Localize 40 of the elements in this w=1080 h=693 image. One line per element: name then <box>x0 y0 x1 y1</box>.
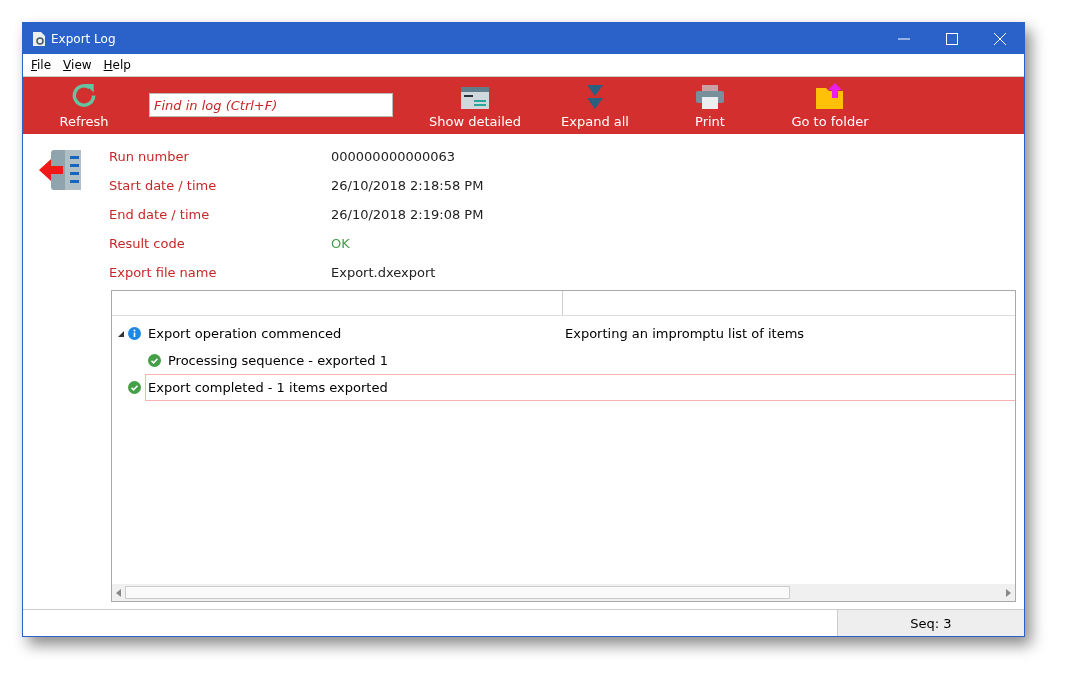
field-value: OK <box>331 235 351 253</box>
menu-item[interactable]: View <box>59 58 96 72</box>
field-value: 26/10/2018 2:19:08 PM <box>331 206 484 224</box>
toolbar-button[interactable]: Show detailed <box>415 77 535 134</box>
scroll-left-icon[interactable] <box>116 588 121 597</box>
menu-item[interactable]: Help <box>99 58 135 72</box>
log-entry[interactable]: Export operation commenced <box>146 326 565 341</box>
field-label: Run number <box>109 148 190 166</box>
menu-item[interactable]: File <box>27 58 56 72</box>
toolbar-button[interactable]: Expand all <box>535 77 655 134</box>
field-value: 000000000000063 <box>331 148 457 166</box>
export-list-icon <box>37 147 83 193</box>
field-value: Export.dxexport <box>331 264 437 282</box>
check-circle-icon <box>148 354 161 367</box>
field-label: Export file name <box>109 264 218 282</box>
field-label: End date / time <box>109 206 211 224</box>
window-list-icon <box>460 86 490 110</box>
expanded-caret-icon[interactable] <box>118 330 124 337</box>
scroll-right-icon[interactable] <box>1006 588 1011 597</box>
status-seq: Seq: 3 <box>837 610 1024 636</box>
folder-upload-icon <box>815 82 845 110</box>
horizontal-scrollbar[interactable] <box>112 584 1015 601</box>
printer-icon <box>695 84 725 110</box>
maximize-icon <box>946 32 958 45</box>
field-label: Result code <box>109 235 186 253</box>
check-circle-icon <box>128 381 141 394</box>
log-detail: Exporting an impromptu list of items <box>565 326 805 341</box>
log-entry[interactable]: Export completed - 1 items exported <box>146 380 565 395</box>
close-icon <box>994 32 1006 45</box>
document-icon <box>33 31 45 46</box>
info-icon <box>128 327 141 340</box>
toolbar-button[interactable]: Refresh <box>39 77 129 134</box>
toolbar-button[interactable]: Go to folder <box>765 77 895 134</box>
window-title: Export Log <box>51 31 117 46</box>
field-label: Start date / time <box>109 177 218 195</box>
field-value: 26/10/2018 2:18:58 PM <box>331 177 484 195</box>
search-field[interactable]: Find in log (Ctrl+F) <box>149 93 393 117</box>
toolbar-button[interactable]: Print <box>655 77 765 134</box>
double-chevron-down-icon <box>585 84 605 110</box>
log-entry[interactable]: Processing sequence - exported 1 <box>166 353 565 368</box>
